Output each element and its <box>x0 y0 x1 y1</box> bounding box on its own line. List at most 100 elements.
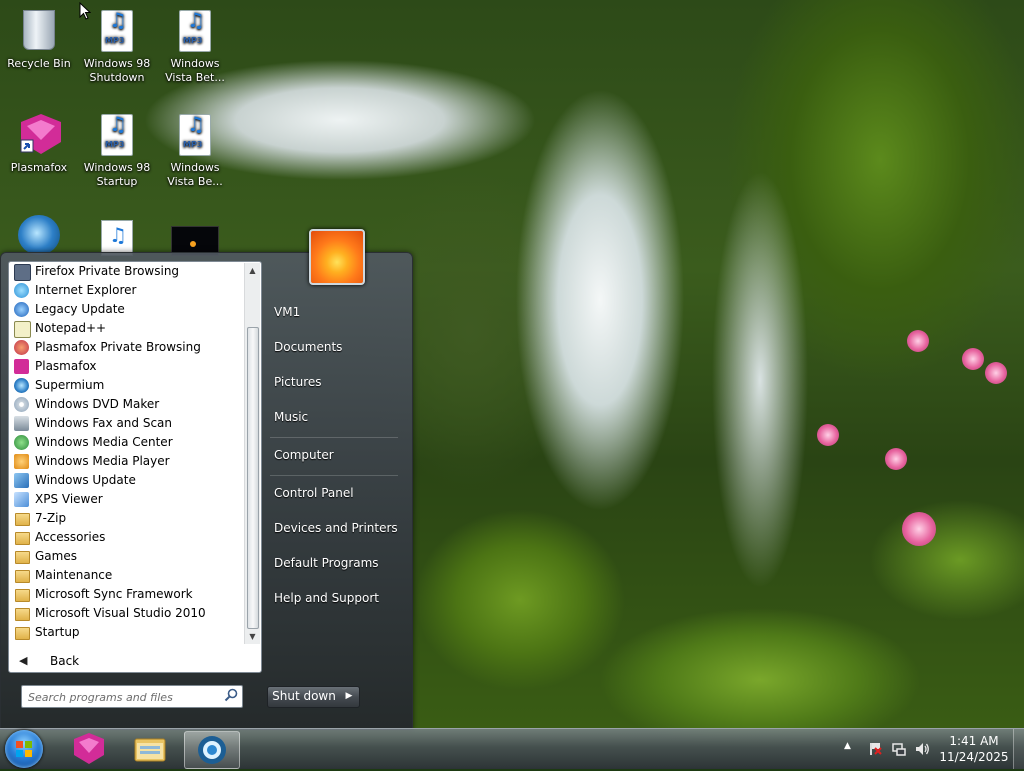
back-label: Back <box>50 654 80 668</box>
scroll-down-arrow-icon[interactable]: ▼ <box>245 629 260 644</box>
program-folder-visual-studio[interactable]: Microsoft Visual Studio 2010 <box>9 604 245 623</box>
flower <box>962 348 984 370</box>
desktop-icon-recycle-bin[interactable]: Recycle Bin <box>1 8 77 71</box>
xps-viewer-icon <box>14 492 29 507</box>
scroll-thumb[interactable] <box>247 327 259 629</box>
program-item-media-center[interactable]: Windows Media Center <box>9 433 245 452</box>
windows-logo-icon <box>16 741 32 757</box>
program-label: Firefox Private Browsing <box>35 264 180 278</box>
internet-explorer-icon <box>14 283 29 298</box>
program-item-xps-viewer[interactable]: XPS Viewer <box>9 490 245 509</box>
program-folder-accessories[interactable]: Accessories <box>9 528 245 547</box>
search-icon[interactable] <box>224 688 238 702</box>
program-item-notepad-plus-plus[interactable]: Notepad++ <box>9 319 245 338</box>
program-item-supermium[interactable]: Supermium <box>9 376 245 395</box>
program-item-windows-update[interactable]: Windows Update <box>9 471 245 490</box>
start-link-default-programs[interactable]: Default Programs <box>266 548 408 578</box>
desktop-icon-vista-beta-1[interactable]: ♫ MP3 Windows Vista Bet... <box>157 10 233 85</box>
start-link-help-support[interactable]: Help and Support <box>266 583 408 613</box>
folder-icon <box>15 627 30 640</box>
program-list-scrollbar[interactable]: ▲ ▼ <box>244 263 260 644</box>
program-label: Internet Explorer <box>35 283 137 297</box>
search-input[interactable] <box>26 687 220 708</box>
start-link-label: Help and Support <box>274 591 379 605</box>
back-arrow-icon: ◀ <box>19 654 28 667</box>
folder-icon <box>15 608 30 621</box>
system-clock[interactable]: 1:41 AM 11/24/2025 <box>936 733 1012 765</box>
start-link-label: Control Panel <box>274 486 354 500</box>
start-menu-divider <box>270 475 398 476</box>
taskbar-file-explorer[interactable] <box>123 731 177 767</box>
program-item-media-player[interactable]: Windows Media Player <box>9 452 245 471</box>
desktop-icon-mp3-partial[interactable]: ♫ <box>101 220 133 256</box>
desktop-icon-vista-beta-2[interactable]: ♫ MP3 Windows Vista Be... <box>157 114 233 189</box>
flower <box>907 330 929 352</box>
program-label: Maintenance <box>35 568 113 582</box>
mp3-file-icon: ♫ MP3 <box>101 114 133 156</box>
program-label: Legacy Update <box>35 302 125 316</box>
program-item-dvd-maker[interactable]: Windows DVD Maker <box>9 395 245 414</box>
search-box[interactable] <box>21 685 243 708</box>
program-folder-games[interactable]: Games <box>9 547 245 566</box>
volume-icon[interactable] <box>914 741 930 757</box>
legacy-update-icon <box>14 302 29 317</box>
program-item-fax-scan[interactable]: Windows Fax and Scan <box>9 414 245 433</box>
desktop-icon-label: Windows Vista Be... <box>167 161 223 188</box>
video-thumbnail-icon <box>190 241 196 247</box>
program-item-legacy-update[interactable]: Legacy Update <box>9 300 245 319</box>
start-menu-divider <box>270 437 398 438</box>
supermium-icon <box>14 378 29 393</box>
program-item-plasmafox-private[interactable]: Plasmafox Private Browsing <box>9 338 245 357</box>
program-item-internet-explorer[interactable]: Internet Explorer <box>9 281 245 300</box>
network-icon[interactable] <box>891 741 907 757</box>
program-label: Windows Fax and Scan <box>35 416 173 430</box>
taskbar-supermium[interactable] <box>184 731 240 769</box>
program-folder-startup[interactable]: Startup <box>9 623 245 642</box>
shutdown-options-arrow-icon[interactable]: ▶ <box>339 686 360 708</box>
shutdown-button[interactable]: Shut down <box>267 686 341 708</box>
desktop-icon-plasmafox[interactable]: Plasmafox <box>1 114 77 175</box>
desktop-icon-label: Recycle Bin <box>7 57 71 70</box>
start-button[interactable] <box>5 730 43 768</box>
program-label: Plasmafox <box>35 359 97 373</box>
desktop-icon-label: Plasmafox <box>10 161 68 174</box>
dvd-maker-icon <box>14 397 29 412</box>
desktop-icon-win98-shutdown[interactable]: ♫ MP3 Windows 98 Shutdown <box>79 10 155 85</box>
taskbar-plasmafox[interactable] <box>62 731 116 767</box>
program-label: Microsoft Sync Framework <box>35 587 193 601</box>
flower <box>902 512 936 546</box>
start-link-label: Default Programs <box>274 556 379 570</box>
start-link-pictures[interactable]: Pictures <box>266 367 408 397</box>
desktop-icon-win98-startup[interactable]: ♫ MP3 Windows 98 Startup <box>79 114 155 189</box>
show-desktop-button[interactable] <box>1013 729 1024 769</box>
action-center-flag-icon[interactable] <box>867 741 883 757</box>
flower <box>817 424 839 446</box>
program-label: Windows Update <box>35 473 136 487</box>
user-account-picture[interactable] <box>309 229 365 285</box>
media-player-icon <box>14 454 29 469</box>
start-link-label: Devices and Printers <box>274 521 398 535</box>
program-label: XPS Viewer <box>35 492 103 506</box>
recycle-bin-icon <box>23 10 55 50</box>
programs-pane: Firefox Private Browsing Internet Explor… <box>8 261 262 673</box>
plasmafox-icon <box>74 733 104 764</box>
desktop-icon-label: Windows Vista Bet... <box>165 57 225 84</box>
start-link-devices-printers[interactable]: Devices and Printers <box>266 513 408 543</box>
start-link-music[interactable]: Music <box>266 402 408 432</box>
scroll-up-arrow-icon[interactable]: ▲ <box>245 263 260 278</box>
start-link-control-panel[interactable]: Control Panel <box>266 478 408 508</box>
flower <box>885 448 907 470</box>
folder-icon <box>15 532 30 545</box>
program-folder-7zip[interactable]: 7-Zip <box>9 509 245 528</box>
back-button[interactable]: ◀ Back <box>9 651 245 671</box>
start-link-documents[interactable]: Documents <box>266 332 408 362</box>
start-link-user-folder[interactable]: VM1 <box>266 297 408 327</box>
program-item-firefox-private[interactable]: Firefox Private Browsing <box>9 262 245 281</box>
show-hidden-icons-arrow-icon[interactable]: ▲ <box>844 741 851 751</box>
program-folder-maintenance[interactable]: Maintenance <box>9 566 245 585</box>
shutdown-label: Shut down <box>272 689 336 703</box>
desktop-icon-supermium[interactable] <box>18 215 60 255</box>
program-folder-sync-framework[interactable]: Microsoft Sync Framework <box>9 585 245 604</box>
program-item-plasmafox[interactable]: Plasmafox <box>9 357 245 376</box>
start-link-computer[interactable]: Computer <box>266 440 408 470</box>
